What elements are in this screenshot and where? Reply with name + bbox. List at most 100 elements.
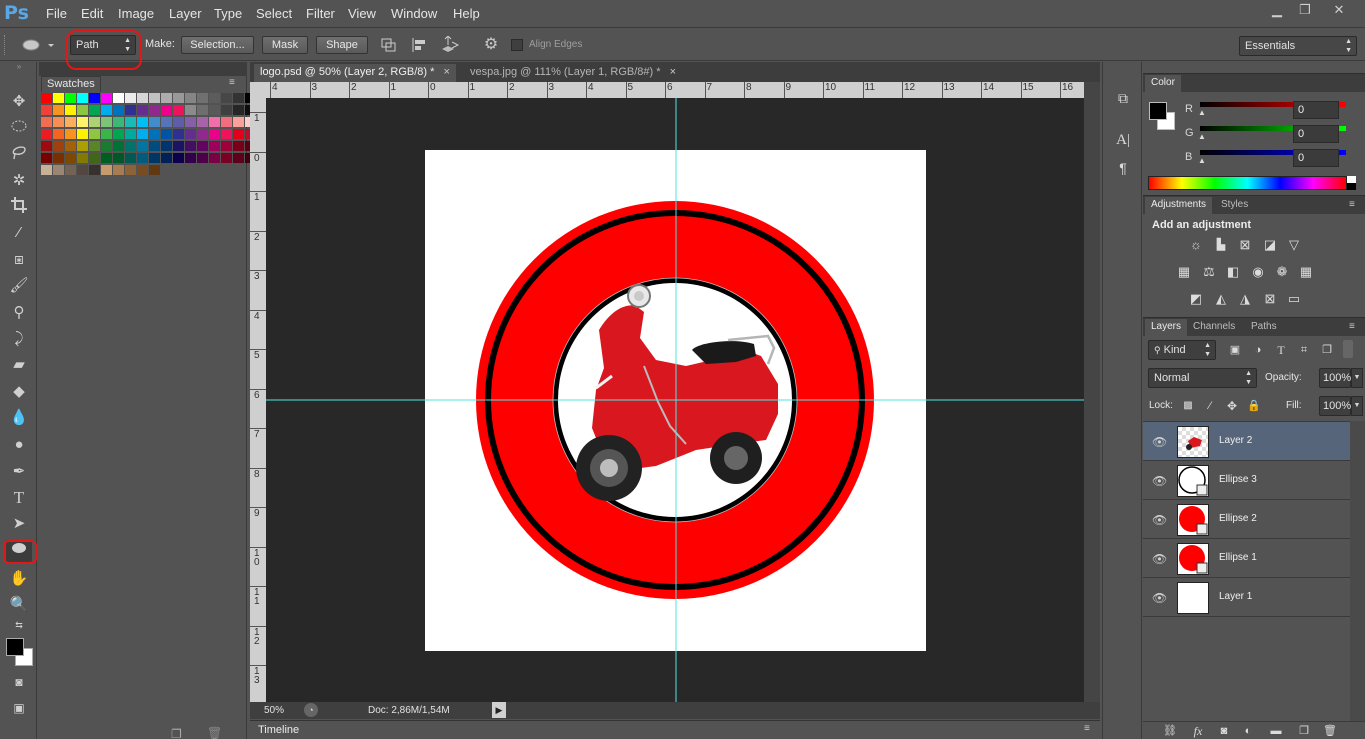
ruler-origin[interactable] — [250, 82, 266, 98]
chevron-down-icon[interactable]: ▼ — [1351, 396, 1363, 416]
color-swatch[interactable] — [65, 93, 76, 103]
color-spectrum-bar[interactable] — [1148, 176, 1347, 190]
color-swatch[interactable] — [113, 141, 124, 151]
color-swatch[interactable] — [101, 165, 112, 175]
workspace-select[interactable]: Essentials ▲ ▼ — [1239, 36, 1357, 56]
color-swatch[interactable] — [77, 93, 88, 103]
layer-name[interactable]: Layer 2 — [1219, 435, 1252, 446]
photo-filter-icon[interactable]: ◉ — [1249, 264, 1267, 280]
visibility-eye-icon[interactable]: 👁 — [1152, 435, 1167, 449]
layer-name[interactable]: Layer 1 — [1219, 591, 1252, 602]
color-swatch[interactable] — [113, 153, 124, 163]
color-swatch[interactable] — [41, 93, 52, 103]
path-alignment-icon[interactable] — [410, 37, 430, 53]
color-swatch[interactable] — [161, 105, 172, 115]
color-swatch[interactable] — [41, 129, 52, 139]
menu-select[interactable]: Select — [256, 6, 292, 21]
tab-color[interactable]: Color — [1145, 75, 1181, 92]
gradient-map-icon[interactable]: ▭ — [1285, 291, 1303, 307]
color-swatch[interactable] — [173, 153, 184, 163]
panel-menu-icon[interactable]: ≡ — [1349, 321, 1355, 332]
color-swatch[interactable] — [173, 141, 184, 151]
new-layer-icon[interactable]: ❐ — [1295, 723, 1313, 739]
color-swatch[interactable] — [125, 153, 136, 163]
color-swatch[interactable] — [197, 141, 208, 151]
color-swatch[interactable] — [41, 105, 52, 115]
color-swatch[interactable] — [149, 129, 160, 139]
color-swatch[interactable] — [137, 153, 148, 163]
vertical-scrollbar[interactable] — [1084, 82, 1100, 702]
color-swatch[interactable] — [125, 105, 136, 115]
color-swatch[interactable] — [89, 117, 100, 127]
menu-filter[interactable]: Filter — [306, 6, 335, 21]
color-swatch[interactable] — [65, 141, 76, 151]
lock-position-icon[interactable]: ✥ — [1223, 398, 1241, 414]
move-tool-icon[interactable]: ✥ — [6, 91, 32, 113]
path-operations-icon[interactable] — [379, 37, 399, 53]
color-swatch[interactable] — [125, 129, 136, 139]
color-swatch[interactable] — [137, 117, 148, 127]
vibrance-icon[interactable]: ▽ — [1285, 237, 1303, 253]
color-swatch[interactable] — [137, 165, 148, 175]
minimize-icon[interactable]: ▁ — [1262, 2, 1292, 19]
tab-vespa-jpg[interactable]: vespa.jpg @ 111% (Layer 1, RGB/8#) * × — [464, 64, 682, 82]
color-swatch[interactable] — [197, 129, 208, 139]
filter-smart-object-icon[interactable]: ❐ — [1318, 342, 1336, 358]
color-swatch[interactable] — [221, 129, 232, 139]
color-swatch[interactable] — [233, 117, 244, 127]
color-swatch[interactable] — [125, 141, 136, 151]
vertical-ruler[interactable]: 1 0 1 2 3 4 5 6 7 8 9 10 11 12 13 — [250, 98, 266, 702]
visibility-eye-icon[interactable]: 👁 — [1152, 591, 1167, 605]
color-swatch[interactable] — [185, 105, 196, 115]
visibility-eye-icon[interactable]: 👁 — [1152, 474, 1167, 488]
color-swatch[interactable] — [53, 105, 64, 115]
blur-tool-icon[interactable]: 💧 — [6, 407, 32, 429]
quick-mask-icon[interactable]: ◙ — [6, 671, 32, 693]
color-swatch[interactable] — [233, 153, 244, 163]
path-arrangement-icon[interactable] — [440, 35, 462, 54]
color-swatch[interactable] — [89, 105, 100, 115]
delete-layer-icon[interactable]: 🗑 — [1321, 723, 1339, 739]
color-swatch[interactable] — [101, 93, 112, 103]
panel-menu-icon[interactable]: ≡ — [1084, 723, 1090, 734]
color-swatch[interactable] — [209, 105, 220, 115]
menu-window[interactable]: Window — [391, 6, 437, 21]
new-swatch-icon[interactable]: ❐ — [171, 727, 182, 739]
slider-handle-icon[interactable]: ▲ — [1198, 132, 1206, 141]
color-swatch[interactable] — [77, 141, 88, 151]
curves-icon[interactable]: ⊠ — [1236, 237, 1254, 253]
chevron-down-icon[interactable]: ▼ — [1351, 368, 1363, 388]
share-icon[interactable]: ◔ — [304, 703, 318, 717]
color-swatch[interactable] — [197, 105, 208, 115]
filter-pixel-icon[interactable]: ▣ — [1226, 342, 1244, 358]
path-selection-tool-icon[interactable]: ➤ — [6, 513, 32, 535]
make-mask-button[interactable]: Mask — [262, 36, 308, 54]
marquee-tool-icon[interactable] — [6, 118, 32, 140]
color-balance-icon[interactable]: ⚖ — [1200, 264, 1218, 280]
color-swatch[interactable] — [173, 105, 184, 115]
color-swatch[interactable] — [197, 117, 208, 127]
zoom-level[interactable]: 50% — [264, 705, 284, 716]
foreground-color-swatch[interactable] — [1149, 102, 1167, 120]
color-swatch[interactable] — [185, 93, 196, 103]
color-swatch[interactable] — [77, 165, 88, 175]
color-swatch[interactable] — [221, 105, 232, 115]
zoom-tool-icon[interactable]: 🔍 — [6, 594, 32, 616]
lasso-tool-icon[interactable] — [6, 144, 32, 166]
color-swatch[interactable] — [77, 129, 88, 139]
clone-stamp-tool-icon[interactable]: ⚲ — [6, 302, 32, 324]
color-swatch[interactable] — [185, 141, 196, 151]
tab-channels[interactable]: Channels — [1187, 319, 1241, 336]
color-swatch[interactable] — [209, 153, 220, 163]
color-swatch[interactable] — [209, 141, 220, 151]
status-menu-arrow-icon[interactable]: ▶ — [492, 702, 506, 718]
menu-file[interactable]: File — [46, 6, 67, 21]
close-icon[interactable]: ✕ — [1324, 2, 1354, 19]
link-layers-icon[interactable]: ⛓ — [1161, 723, 1179, 739]
layers-scrollbar[interactable] — [1350, 421, 1365, 721]
make-selection-button[interactable]: Selection... — [181, 36, 254, 54]
color-swatch[interactable] — [137, 93, 148, 103]
color-swatch[interactable] — [221, 117, 232, 127]
color-swatch[interactable] — [65, 105, 76, 115]
color-swatch[interactable] — [101, 141, 112, 151]
